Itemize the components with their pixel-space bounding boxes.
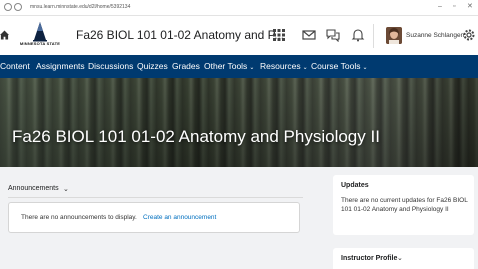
course-title[interactable]: Fa26 BIOL 101 01-02 Anatomy and P... [76,28,284,42]
nav-resources[interactable]: Resources ⌄ [260,61,308,71]
chevron-down-icon: ⌄ [362,65,368,71]
avatar[interactable] [386,27,402,44]
banner-overlay [0,78,478,167]
browser-toolbar: mnsu.learn.minnstate.edu/d2l/home/539213… [0,0,478,16]
chevron-down-icon[interactable]: ⌄ [63,185,69,193]
updates-text: There are no current updates for Fa26 BI… [341,197,468,213]
minimize-icon[interactable]: – [438,3,442,11]
create-announcement-link[interactable]: Create an announcement [143,214,216,221]
maximize-icon[interactable]: ▫ [453,3,455,11]
email-icon[interactable] [302,28,316,42]
back-icon[interactable] [4,3,12,11]
nav-discussions[interactable]: Discussions [88,61,133,71]
notifications-bell-icon[interactable] [351,28,365,42]
instructor-profile-widget: Instructor Profile ⌄ [333,248,474,269]
address-bar[interactable]: mnsu.learn.minnstate.edu/d2l/home/539213… [30,4,130,10]
header-divider [373,24,374,48]
chat-icon[interactable] [326,28,340,42]
settings-gear-icon[interactable] [462,28,476,42]
home-icon[interactable] [0,30,9,40]
chevron-down-icon[interactable]: ⌄ [397,254,403,262]
updates-heading: Updates [341,182,369,189]
banner-title: Fa26 BIOL 101 01-02 Anatomy and Physiolo… [12,127,380,146]
close-icon[interactable]: ✕ [467,3,473,11]
site-header: MINNESOTA STATE Fa26 BIOL 101 01-02 Anat… [0,16,478,55]
updates-widget: Updates There are no current updates for… [333,175,474,235]
nav-content[interactable]: Content [0,61,30,71]
logo-text: MINNESOTA STATE [19,41,61,46]
nav-grades[interactable]: Grades [172,61,200,71]
chevron-down-icon: ⌄ [249,65,255,71]
divider [8,197,303,198]
reload-icon[interactable] [14,3,22,11]
course-banner-image: Fa26 BIOL 101 01-02 Anatomy and Physiolo… [0,78,478,167]
course-selector-icon[interactable] [272,28,286,42]
announcements-panel: There are no announcements to display. C… [8,202,300,233]
instructor-profile-heading: Instructor Profile [341,255,398,262]
nav-course-tools[interactable]: Course Tools ⌄ [311,61,367,71]
user-name[interactable]: Suzanne Schlangen [406,32,464,39]
course-navbar: Content Assignments Discussions Quizzes … [0,55,478,78]
nav-other-tools[interactable]: Other Tools ⌄ [204,61,254,71]
nav-assignments[interactable]: Assignments [36,61,85,71]
chevron-down-icon: ⌄ [302,65,308,71]
nav-quizzes[interactable]: Quizzes [137,61,168,71]
empty-announcements-text: There are no announcements to display. [21,214,137,221]
announcements-heading: Announcements [8,185,59,192]
